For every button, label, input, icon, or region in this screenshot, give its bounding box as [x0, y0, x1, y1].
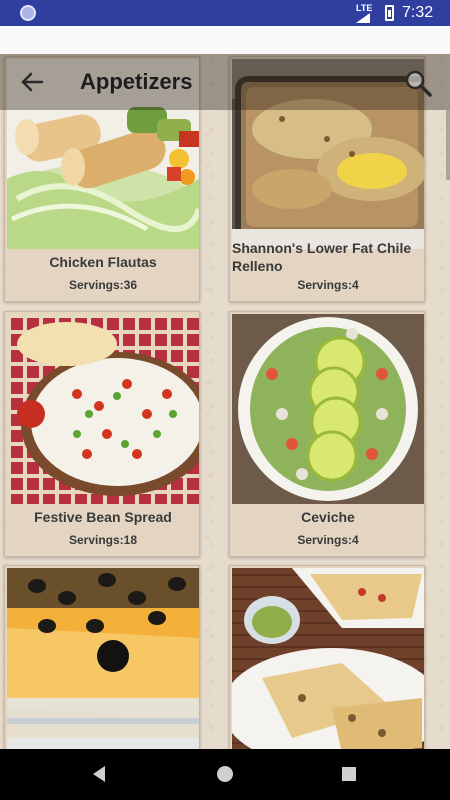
- recipe-grid[interactable]: Chicken Flautas Servings:36 Shannon's Lo…: [0, 54, 450, 749]
- status-bar: LTE 7:32: [0, 0, 450, 26]
- notification-icon: [20, 5, 36, 21]
- toolbar: Appetizers: [0, 54, 450, 110]
- nav-recents-icon[interactable]: [342, 767, 356, 781]
- app-bar-background: [0, 26, 450, 54]
- recipe-servings: Servings:18: [68, 533, 138, 547]
- recipe-servings: Servings:4: [297, 533, 359, 547]
- recipe-card[interactable]: Festive Bean Spread Servings:18: [4, 311, 200, 557]
- recipe-photo: [232, 568, 424, 749]
- recipe-name: Ceviche: [301, 509, 355, 525]
- recipe-card[interactable]: [229, 565, 425, 749]
- recipe-card[interactable]: [4, 565, 200, 749]
- recipe-card[interactable]: Ceviche Servings:4: [229, 311, 425, 557]
- recipe-servings: Servings:4: [297, 278, 359, 292]
- battery-icon: [385, 5, 394, 21]
- status-time: 7:32: [402, 4, 434, 21]
- recipe-photo: [232, 314, 424, 504]
- nav-back-icon[interactable]: [93, 766, 105, 782]
- nav-home-icon[interactable]: [217, 766, 233, 782]
- page-title: Appetizers: [80, 69, 193, 94]
- search-icon[interactable]: [403, 68, 433, 98]
- navigation-bar: [0, 749, 450, 800]
- recipe-name: Chicken Flautas: [49, 254, 157, 270]
- recipe-photo: [7, 314, 199, 504]
- scrollbar[interactable]: [446, 110, 450, 180]
- recipe-photo: [7, 568, 199, 749]
- signal-icon: [356, 13, 370, 23]
- recipe-name: Festive Bean Spread: [34, 509, 172, 525]
- recipe-servings: Servings:36: [68, 278, 138, 292]
- network-type: LTE: [356, 3, 373, 13]
- recipe-name: Shannon's Lower Fat Chile Relleno: [232, 240, 412, 274]
- arrow-back-icon[interactable]: [18, 68, 46, 96]
